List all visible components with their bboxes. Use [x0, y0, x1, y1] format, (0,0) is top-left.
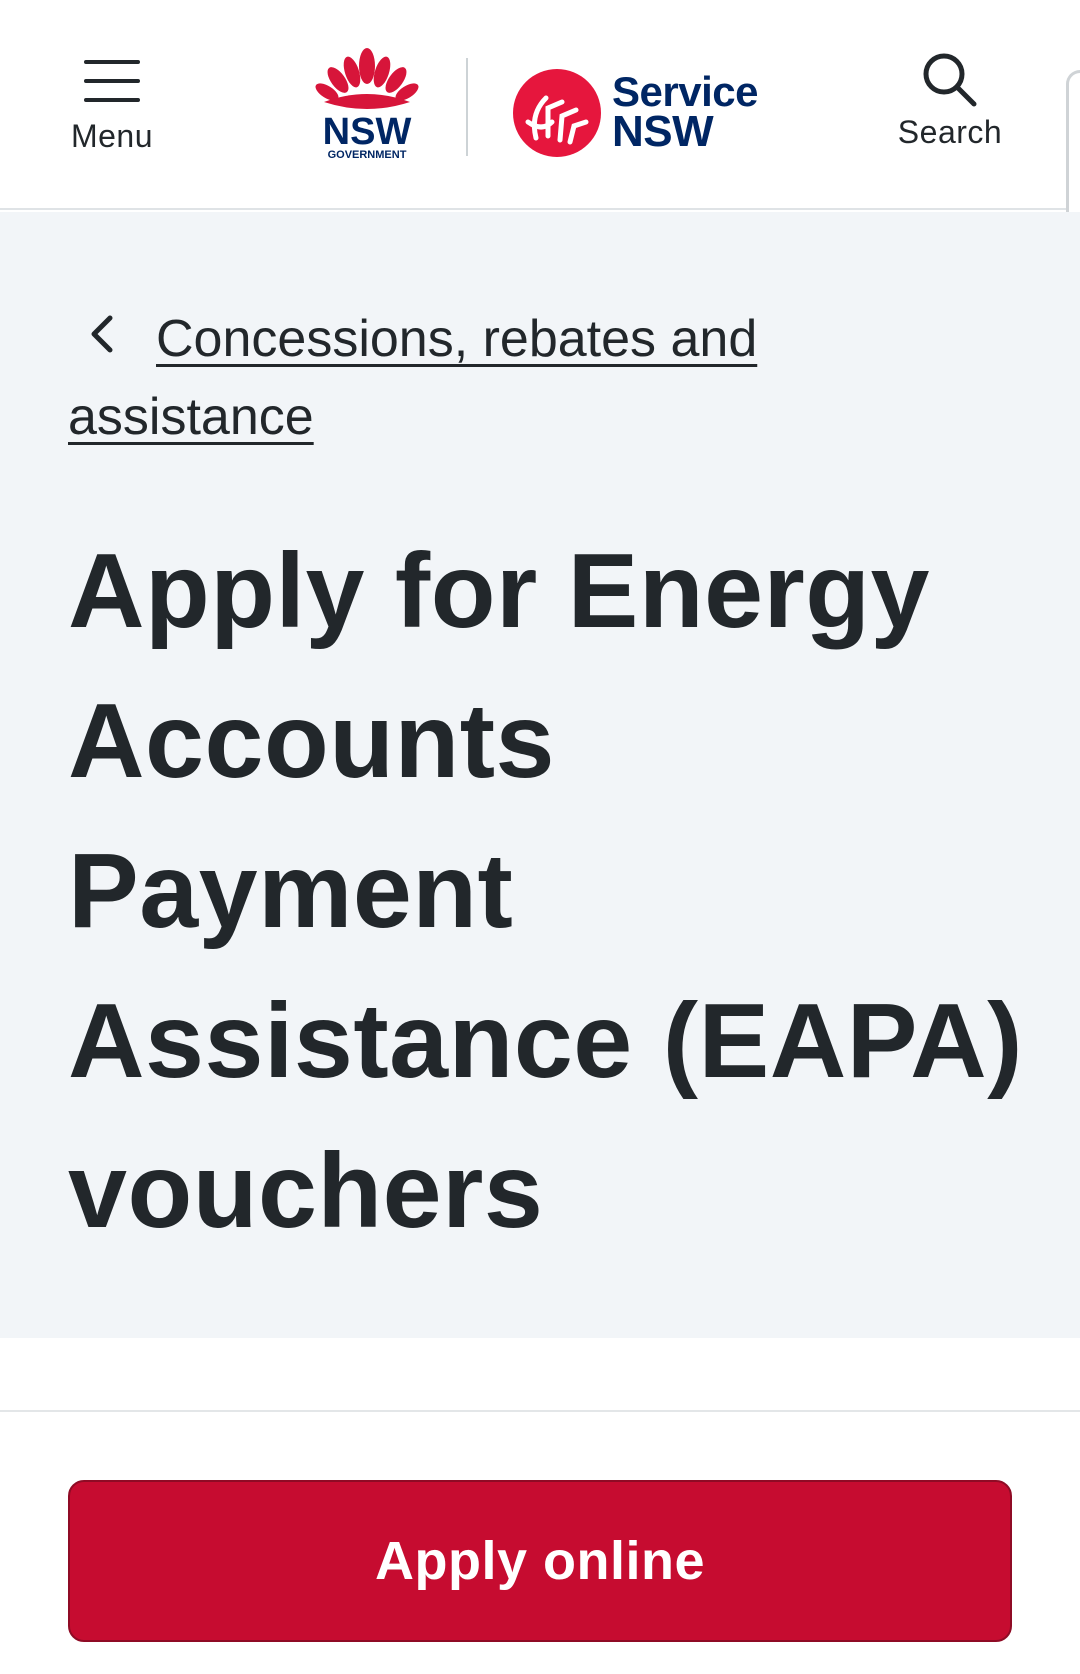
hamburger-icon: [84, 60, 140, 106]
search-label: Search: [897, 114, 1003, 150]
service-nsw-logo[interactable]: [512, 68, 602, 158]
nsw-logo-text: NSW: [323, 111, 412, 153]
site-header: Menu NSW GOVERNMENT Service NSW Search: [0, 0, 1080, 472]
menu-button[interactable]: Menu: [56, 50, 168, 160]
service-nsw-wordmark: Service NSW: [612, 68, 758, 156]
nsw-government-logo[interactable]: NSW GOVERNMENT: [312, 46, 422, 162]
breadcrumb: Concessions, rebates and assistance: [68, 300, 948, 456]
logo-divider: [466, 58, 468, 156]
breadcrumb-link[interactable]: Concessions, rebates and assistance: [68, 310, 757, 446]
section-divider: [0, 1410, 1080, 1412]
menu-label: Menu: [70, 118, 154, 154]
page-hero: Concessions, rebates and assistance Appl…: [0, 212, 1080, 1338]
page-title: Apply for Energy Accounts Payment Assist…: [68, 532, 1023, 1250]
search-button[interactable]: Search: [880, 50, 1020, 160]
apply-online-button[interactable]: Apply online: [68, 1480, 1012, 1642]
nsw-logo-subtext: GOVERNMENT: [328, 149, 407, 161]
search-icon: [923, 53, 977, 107]
